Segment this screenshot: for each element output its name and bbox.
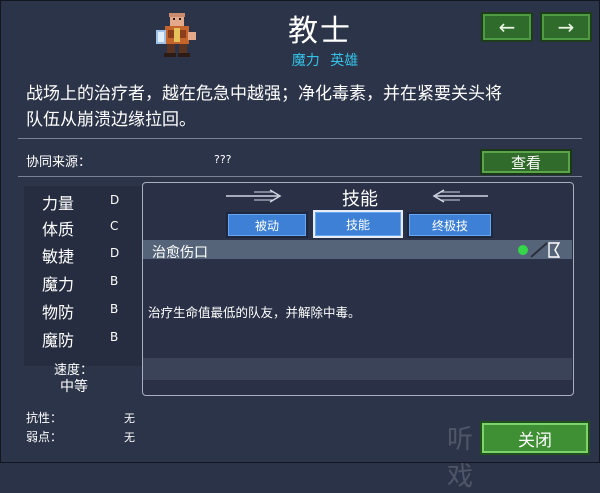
stat-grade: D	[110, 193, 120, 207]
resistance-value: 无	[124, 412, 135, 425]
stat-row-physical-defense: 物防 B	[24, 299, 142, 322]
hourglass-icon	[548, 242, 561, 258]
tab-passive[interactable]: 被动	[226, 212, 308, 238]
stats-panel: 力量 D 体质 C 敏捷 D 魔力 B 物防 B 魔防 B	[24, 186, 142, 366]
divider	[18, 176, 582, 177]
divider	[18, 138, 582, 139]
synergy-label: 协同来源：	[26, 155, 92, 170]
active-dot-icon	[518, 245, 528, 255]
right-arrow-icon: →	[557, 15, 575, 39]
stat-name: 体质	[42, 220, 75, 239]
hero-name: 教士	[288, 14, 352, 49]
stat-row-constitution: 体质 C	[24, 216, 142, 239]
decorative-arrow-left-icon	[432, 189, 488, 203]
hero-description: 战场上的治疗者，越在危急中越强；净化毒素，并在紧要关头将 队伍从崩溃边缘拉回。	[26, 81, 586, 133]
description-line-1: 战场上的治疗者，越在危急中越强；净化毒素，并在紧要关头将	[26, 84, 502, 104]
synergy-value: ???	[214, 153, 232, 166]
tab-skill[interactable]: 技能	[313, 210, 403, 238]
tag-magic: 魔力	[291, 53, 320, 69]
stat-row-strength: 力量 D	[24, 190, 142, 213]
skill-status-icons	[518, 242, 561, 258]
stat-name: 魔力	[42, 275, 75, 294]
stat-grade: B	[110, 274, 119, 288]
close-button[interactable]: 关闭	[480, 421, 590, 455]
left-arrow-icon: ←	[498, 15, 516, 39]
stat-name: 魔防	[42, 331, 75, 350]
stat-grade: B	[110, 302, 119, 316]
tag-hero: 英雄	[330, 53, 359, 69]
tab-ultimate[interactable]: 终极技	[407, 212, 493, 238]
decorative-arrow-right-icon	[226, 189, 282, 203]
weakness-label: 弱点：	[26, 430, 63, 444]
skills-panel-footer	[143, 358, 572, 380]
resistance-label: 抗性：	[26, 411, 63, 425]
skill-name: 治愈伤口	[152, 245, 208, 261]
view-synergy-button[interactable]: 查看	[480, 149, 572, 175]
description-line-2: 队伍从崩溃边缘拉回。	[26, 110, 196, 130]
cleric-sprite	[156, 13, 196, 57]
stat-row-magic-defense: 魔防 B	[24, 327, 142, 350]
skills-panel-title: 技能	[342, 189, 378, 210]
next-hero-button[interactable]: →	[540, 12, 592, 42]
stat-grade: D	[110, 246, 120, 260]
stat-name: 敏捷	[42, 247, 75, 266]
weakness-value: 无	[124, 431, 135, 444]
skill-description: 治疗生命值最低的队友，并解除中毒。	[148, 305, 361, 320]
prev-hero-button[interactable]: ←	[481, 12, 533, 42]
hero-tags: 魔力 英雄	[270, 50, 380, 70]
wand-icon	[530, 242, 548, 258]
stat-row-agility: 敏捷 D	[24, 243, 142, 266]
stat-row-magic: 魔力 B	[24, 271, 142, 294]
speed-value: 中等	[60, 379, 88, 395]
stat-name: 力量	[42, 194, 75, 213]
stat-grade: B	[110, 330, 119, 344]
stat-grade: C	[110, 219, 119, 233]
stat-name: 物防	[42, 303, 75, 322]
